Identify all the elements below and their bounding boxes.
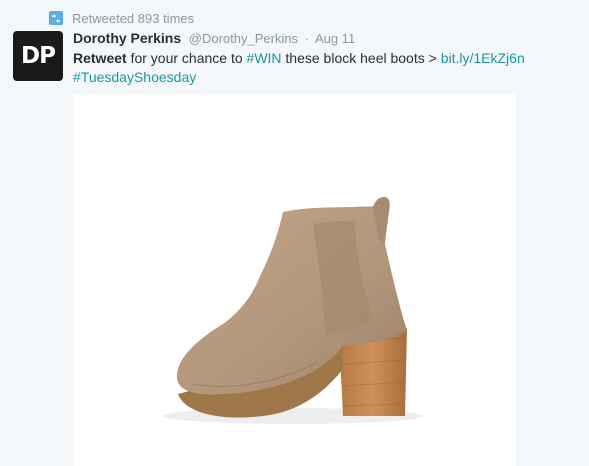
tweet-card: Retweeted 893 times DP Dorothy Perkins @… bbox=[0, 0, 589, 466]
hashtag-win-link[interactable]: #WIN bbox=[247, 50, 282, 66]
separator-dot: · bbox=[304, 31, 310, 46]
author-handle[interactable]: @Dorothy_Perkins bbox=[189, 31, 298, 46]
text-bold-retweet: Retweet bbox=[73, 50, 127, 66]
short-url-link[interactable]: bit.ly/1EkZj6n bbox=[441, 50, 525, 66]
tweet-text: Retweet for your chance to #WIN these bl… bbox=[73, 49, 578, 87]
tweet-media-image[interactable] bbox=[73, 94, 516, 466]
retweet-icon bbox=[49, 11, 63, 25]
hashtag-tuesday-link[interactable]: #TuesdayShoesday bbox=[73, 69, 196, 85]
tweet-timestamp[interactable]: Aug 11 bbox=[315, 31, 355, 46]
retweet-count-text: Retweeted 893 times bbox=[72, 10, 195, 26]
author-name[interactable]: Dorothy Perkins bbox=[73, 30, 181, 46]
text-part-2: these block heel boots > bbox=[281, 50, 441, 66]
tweet-header: Dorothy Perkins @Dorothy_Perkins · Aug 1… bbox=[73, 30, 355, 46]
avatar-logo: DP bbox=[21, 43, 56, 69]
avatar[interactable]: DP bbox=[13, 31, 63, 81]
boot-image bbox=[163, 196, 423, 424]
retweet-banner: Retweeted 893 times bbox=[49, 9, 194, 27]
text-part-1: for your chance to bbox=[126, 50, 247, 66]
